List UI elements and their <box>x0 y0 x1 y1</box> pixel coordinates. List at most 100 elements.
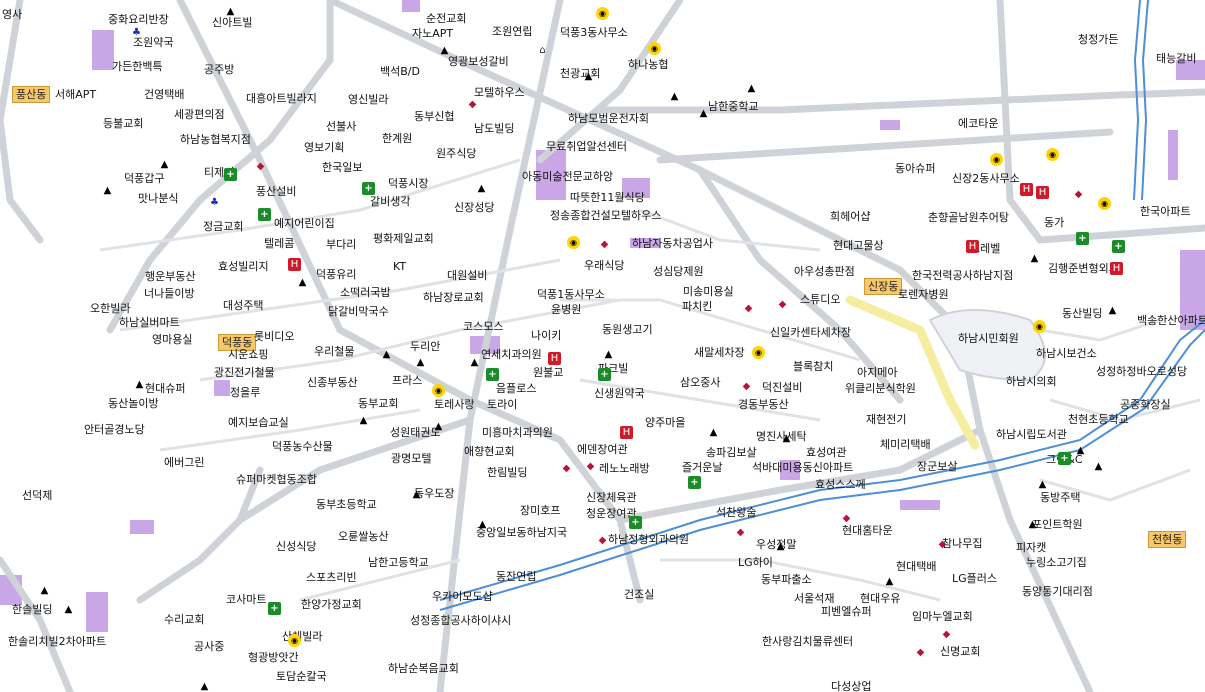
car-repair-icon[interactable]: ◆ <box>466 98 479 111</box>
hospital-icon[interactable]: + <box>224 168 237 181</box>
church-icon[interactable]: ▲ <box>380 348 393 361</box>
church-icon[interactable]: ▲ <box>1092 460 1105 473</box>
place-label[interactable]: 프라스 <box>392 374 422 387</box>
place-label[interactable]: 로렌자병원 <box>898 288 949 301</box>
place-label[interactable]: 덕풍3동사무소 <box>560 26 628 39</box>
place-label[interactable]: 하남시민회원 <box>958 332 1019 345</box>
place-label[interactable]: 따뜻한11월식당 <box>570 191 645 204</box>
car-repair-icon[interactable]: ◆ <box>596 534 609 547</box>
place-label[interactable]: 아동미술전문교하앙 <box>522 170 613 183</box>
bank-icon[interactable]: ◉ <box>1098 197 1111 210</box>
place-label[interactable]: 광진전기철물 <box>214 366 275 379</box>
hotel-icon[interactable]: H <box>288 258 301 271</box>
place-label[interactable]: 안터골경노당 <box>84 423 145 436</box>
car-repair-icon[interactable]: ◆ <box>254 160 267 173</box>
place-label[interactable]: 등불교회 <box>103 117 143 130</box>
place-label[interactable]: 덕풍유리 <box>316 268 356 281</box>
place-label[interactable]: 우리철물 <box>314 345 354 358</box>
place-label[interactable]: 하남모범운전자회 <box>568 112 649 125</box>
place-label[interactable]: 재현전기 <box>866 413 906 426</box>
car-repair-icon[interactable]: ◆ <box>734 526 747 539</box>
place-label[interactable]: 효성여관 <box>806 446 846 459</box>
place-label[interactable]: 송파김보살 <box>706 446 757 459</box>
bank-icon[interactable]: ◉ <box>567 236 580 249</box>
district-label[interactable]: 풍산동 <box>12 86 51 103</box>
place-label[interactable]: 신장성당 <box>454 201 494 214</box>
place-label[interactable]: 광명모텔 <box>391 452 431 465</box>
place-label[interactable]: 피자캣 <box>1016 541 1046 554</box>
place-label[interactable]: 신성식당 <box>276 540 316 553</box>
car-repair-icon[interactable]: ◆ <box>742 302 755 315</box>
church-icon[interactable]: ▲ <box>697 107 710 120</box>
place-label[interactable]: 한솔빌딩 <box>12 603 52 616</box>
hotel-icon[interactable]: H <box>1020 183 1033 196</box>
place-label[interactable]: 한국일보 <box>322 161 362 174</box>
church-icon[interactable]: ▲ <box>774 540 787 553</box>
place-label[interactable]: 덕풍갑구 <box>124 172 164 185</box>
church-icon[interactable]: ▲ <box>198 680 211 692</box>
place-label[interactable]: 평화제일교회 <box>373 232 434 245</box>
place-label[interactable]: 원주식당 <box>436 147 476 160</box>
church-icon[interactable]: ▲ <box>1074 444 1087 457</box>
place-label[interactable]: 남한고등학교 <box>368 556 429 569</box>
hospital-icon[interactable]: + <box>258 208 271 221</box>
place-label[interactable]: 갈비생각 <box>370 195 410 208</box>
place-label[interactable]: 한국아파트 <box>1140 205 1191 218</box>
place-label[interactable]: 음플로스 <box>496 382 536 395</box>
church-icon[interactable]: ▲ <box>224 5 237 18</box>
hotel-icon[interactable]: H <box>548 352 561 365</box>
place-label[interactable]: 동잔연립 <box>496 570 536 583</box>
bank-icon[interactable]: ◉ <box>648 42 661 55</box>
hospital-icon[interactable]: + <box>629 516 642 529</box>
place-label[interactable]: 하남정형외과의원 <box>608 533 689 546</box>
car-repair-icon[interactable]: ◆ <box>584 460 597 473</box>
place-label[interactable]: 현대고물상 <box>833 239 884 252</box>
place-label[interactable]: 공중화장실 <box>1120 398 1171 411</box>
place-label[interactable]: 춘향골남원추어탕 <box>928 211 1009 224</box>
place-label[interactable]: 하남시립도서관 <box>996 428 1067 441</box>
hospital-icon[interactable]: + <box>688 476 701 489</box>
place-label[interactable]: 백석B/D <box>380 65 420 78</box>
place-label[interactable]: 영신빌라 <box>348 93 388 106</box>
place-label[interactable]: 장군보살 <box>917 460 957 473</box>
church-icon[interactable]: ▲ <box>38 584 51 597</box>
place-label[interactable]: 우래식당 <box>584 259 624 272</box>
place-label[interactable]: 성정하정바오로성당 <box>1096 365 1187 378</box>
place-label[interactable]: 형광방앗간 <box>248 651 299 664</box>
place-label[interactable]: 오한빌라 <box>90 302 130 315</box>
place-label[interactable]: 우카이모도샵 <box>432 590 493 603</box>
place-label[interactable]: 하남장로교회 <box>423 291 484 304</box>
car-repair-icon[interactable]: ◆ <box>940 628 953 641</box>
place-label[interactable]: 윤병원 <box>551 303 581 316</box>
place-label[interactable]: 포인트학원 <box>1032 518 1083 531</box>
place-label[interactable]: 토담순칼국 <box>276 670 327 683</box>
bank-icon[interactable]: ◉ <box>990 153 1003 166</box>
car-repair-icon[interactable]: ◆ <box>840 512 853 525</box>
place-label[interactable]: 서해APT <box>55 88 96 101</box>
hotel-icon[interactable]: H <box>966 240 979 253</box>
bank-icon[interactable]: ◉ <box>288 634 301 647</box>
place-label[interactable]: 동부신협 <box>414 110 454 123</box>
place-label[interactable]: 하남시의회 <box>1006 375 1057 388</box>
car-repair-icon[interactable]: ◆ <box>1072 188 1085 201</box>
place-label[interactable]: 하나농협 <box>628 58 668 71</box>
place-label[interactable]: 대원설비 <box>447 269 487 282</box>
place-label[interactable]: 신장2동사무소 <box>952 172 1020 185</box>
church-icon[interactable]: ▲ <box>296 276 309 289</box>
place-label[interactable]: 위클리분식학원 <box>845 382 916 395</box>
place-label[interactable]: 나이키 <box>531 329 561 342</box>
place-label[interactable]: 청정가든 <box>1078 33 1118 46</box>
place-label[interactable]: 남도빌딩 <box>474 122 514 135</box>
hospital-icon[interactable]: + <box>362 182 375 195</box>
church-icon[interactable]: ▲ <box>883 575 896 588</box>
hospital-icon[interactable]: + <box>486 368 499 381</box>
hospital-icon[interactable]: + <box>1058 452 1071 465</box>
place-label[interactable]: 신명교회 <box>940 645 980 658</box>
place-label[interactable]: 선불사 <box>326 120 356 133</box>
place-label[interactable]: 장미호프 <box>520 504 560 517</box>
place-label[interactable]: 공사중 <box>194 640 224 653</box>
place-label[interactable]: 연세치과의원 <box>481 348 542 361</box>
place-label[interactable]: 남한중학교 <box>708 100 759 113</box>
hospital-icon[interactable]: + <box>268 602 281 615</box>
hospital-icon[interactable]: + <box>1112 240 1125 253</box>
